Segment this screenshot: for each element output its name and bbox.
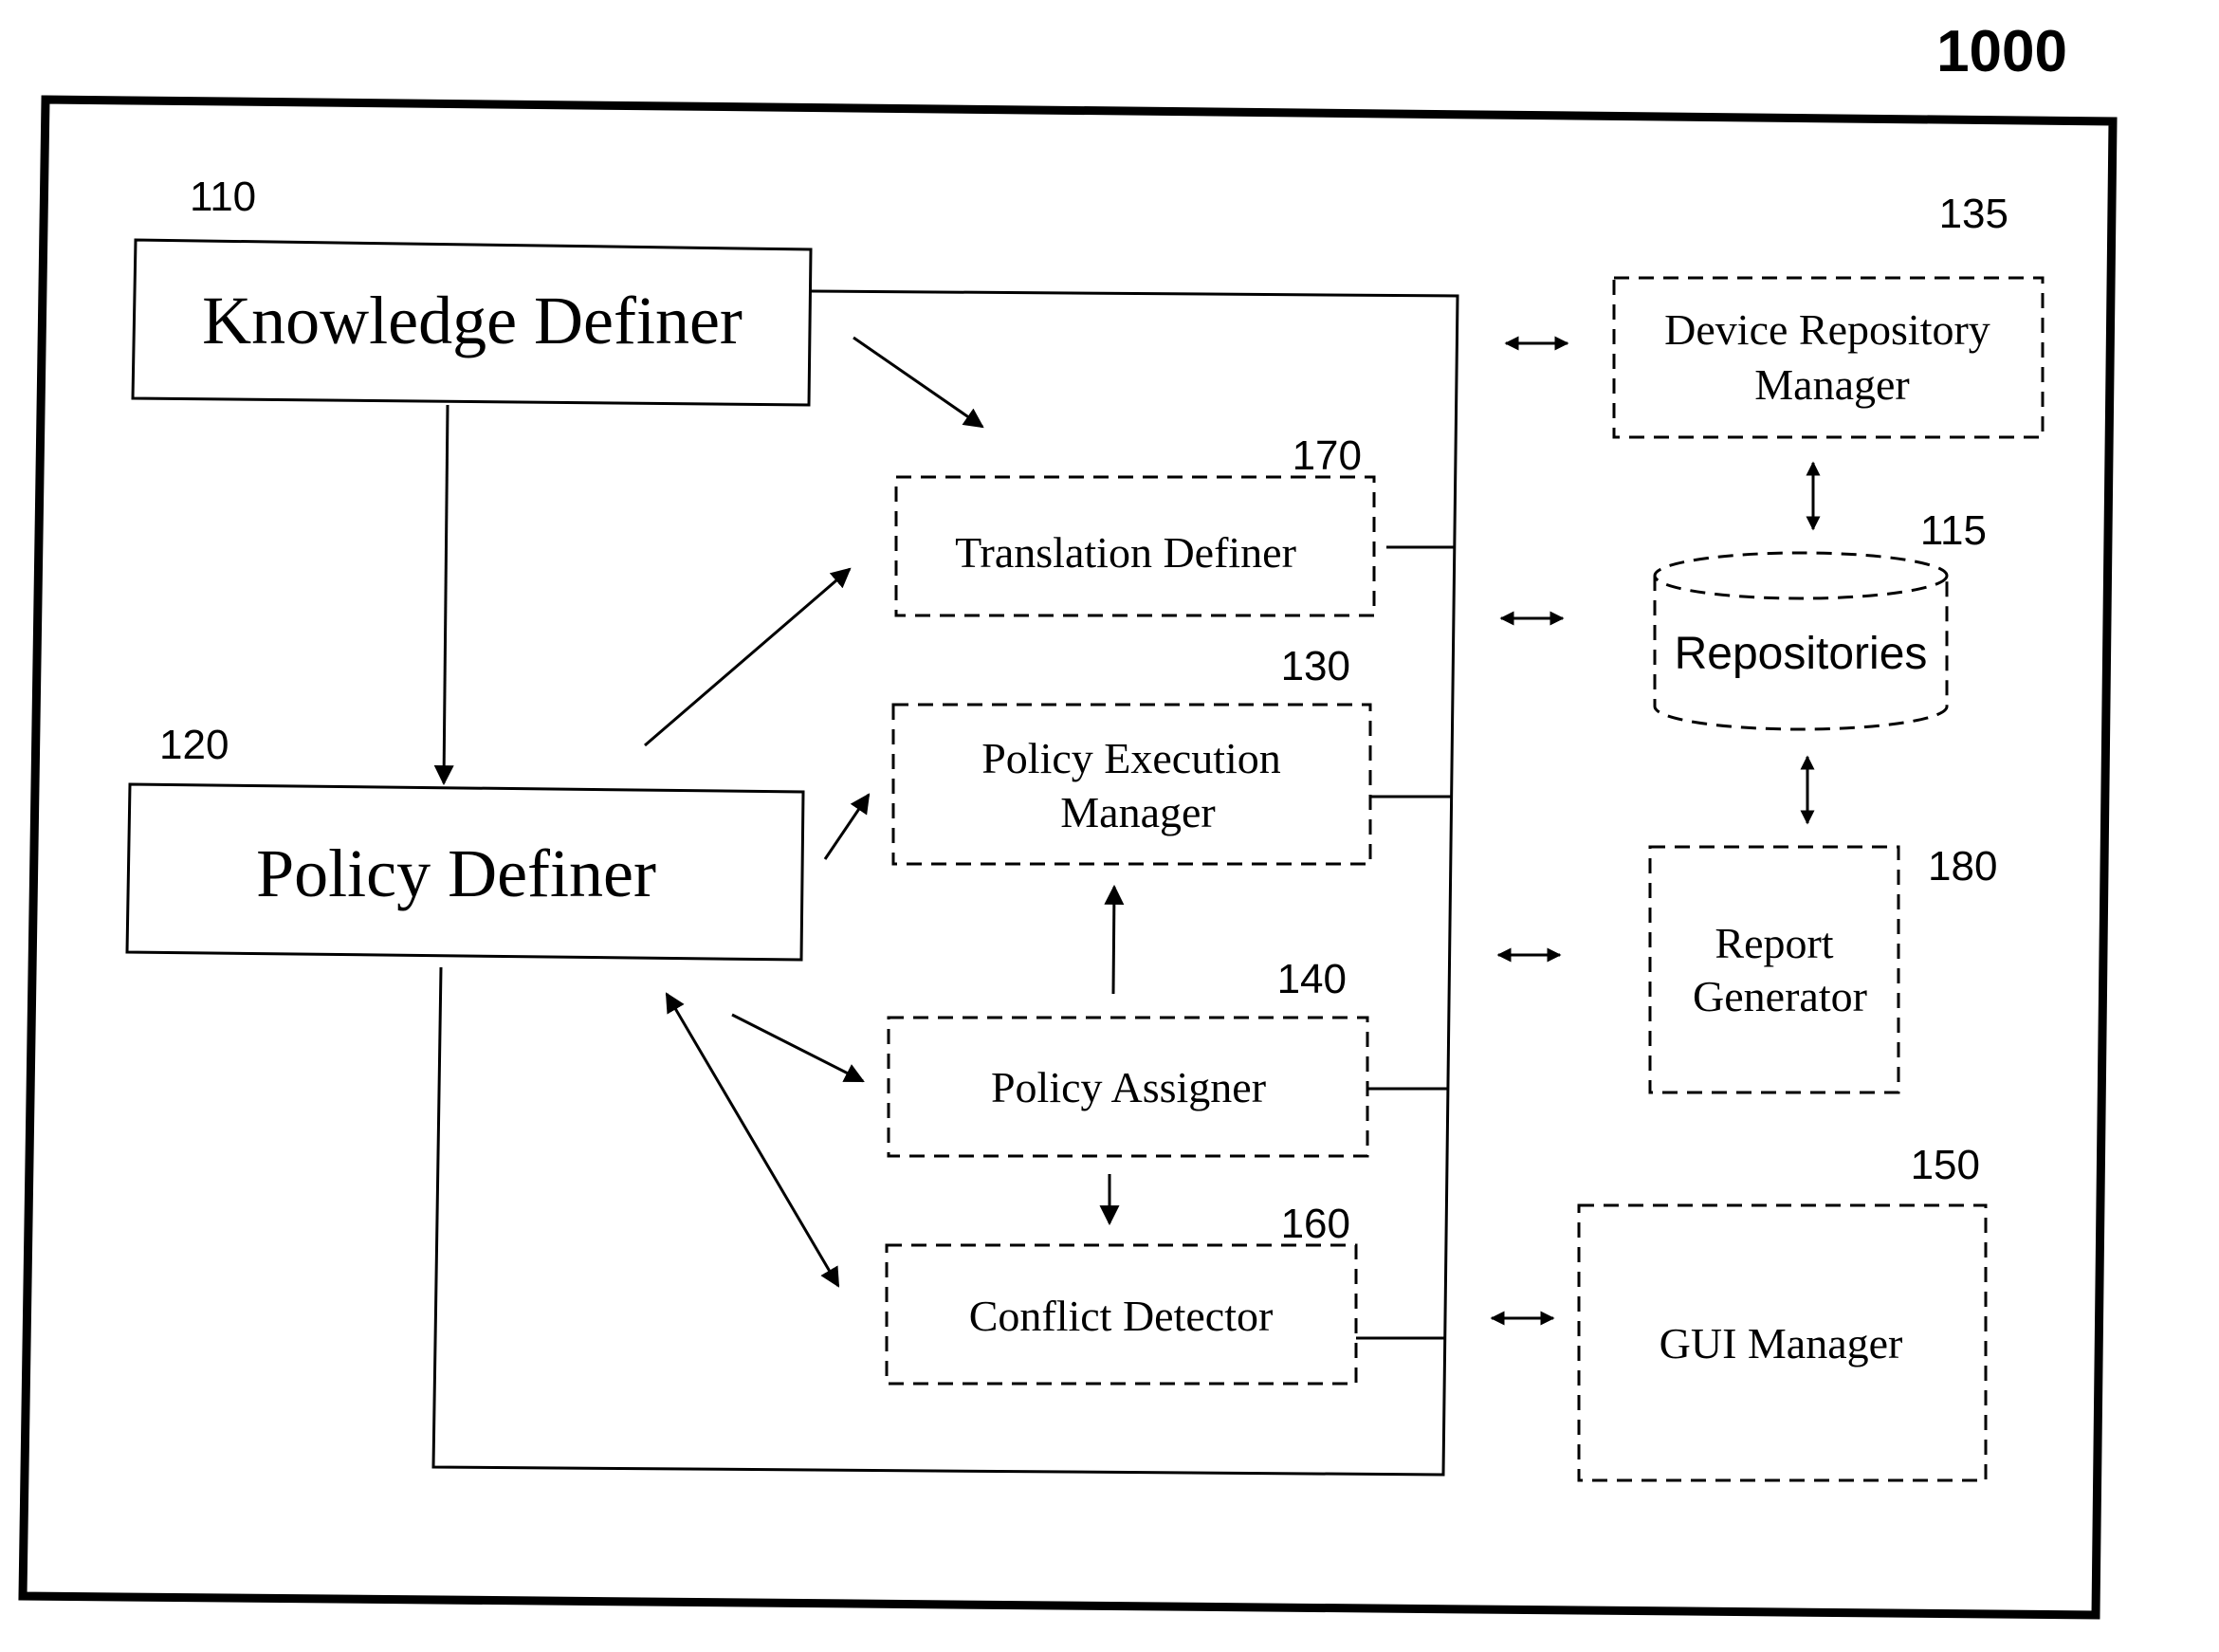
knowledge-definer: 110 Knowledge Definer xyxy=(131,174,813,407)
policy-definer-ref: 120 xyxy=(159,722,229,768)
report-generator-label-line2: Generator xyxy=(1693,972,1867,1020)
knowledge-definer-label: Knowledge Definer xyxy=(202,283,743,358)
device-repository-manager-ref: 135 xyxy=(1939,191,2008,237)
device-repository-manager-box xyxy=(1612,276,2045,439)
conflict-detector-label: Conflict Detector xyxy=(969,1292,1274,1340)
translation-definer-ref: 170 xyxy=(1293,432,1362,479)
gui-manager-label: GUI Manager xyxy=(1660,1319,1903,1367)
knowledge-definer-ref: 110 xyxy=(190,174,256,220)
policy-assigner: 140 Policy Assigner xyxy=(887,956,1369,1158)
arrow-policy-definer-to-translation xyxy=(644,567,852,747)
policy-execution-manager-ref: 130 xyxy=(1281,643,1350,689)
report-generator: 180 Report Generator xyxy=(1648,843,1997,1094)
device-repository-manager-label-line1: Device Repository xyxy=(1664,305,1990,354)
report-generator-ref: 180 xyxy=(1928,843,1997,890)
policy-assigner-label: Policy Assigner xyxy=(991,1063,1266,1111)
translation-definer: 170 Translation Definer xyxy=(894,432,1376,617)
policy-execution-manager-box xyxy=(891,703,1372,866)
conflict-detector-ref: 160 xyxy=(1281,1201,1350,1247)
conflict-detector: 160 Conflict Detector xyxy=(885,1201,1358,1386)
policy-definer-label: Policy Definer xyxy=(256,835,656,911)
report-generator-label-line1: Report xyxy=(1715,919,1833,967)
arrow-policy-definer-to-execution-manager xyxy=(823,793,871,860)
policy-execution-manager: 130 Policy Execution Manager xyxy=(891,643,1372,866)
device-repository-manager: 135 Device Repository Manager xyxy=(1612,191,2045,439)
repositories-ref: 115 xyxy=(1920,507,1987,554)
policy-execution-manager-label-line2: Manager xyxy=(1060,788,1215,836)
gui-manager-ref: 150 xyxy=(1911,1142,1980,1188)
report-generator-box xyxy=(1648,845,1900,1094)
repositories-label: Repositories xyxy=(1675,629,1928,679)
policy-execution-manager-label-line1: Policy Execution xyxy=(981,734,1281,782)
translation-definer-label: Translation Definer xyxy=(955,528,1296,577)
arrow-assigner-to-execution-manager xyxy=(1104,884,1125,995)
repositories: 115 Repositories xyxy=(1653,507,1987,731)
repositories-cylinder-top xyxy=(1653,551,1949,600)
arrow-policy-definer-conflict-detector xyxy=(665,992,840,1288)
arrow-policy-definer-to-assigner xyxy=(731,1013,865,1083)
arrow-knowledge-to-policy-definer xyxy=(433,404,454,786)
device-repository-manager-label-line2: Manager xyxy=(1754,360,1909,409)
gui-manager: 150 GUI Manager xyxy=(1577,1142,1988,1482)
figure-number: 1000 xyxy=(1936,19,2067,84)
policy-assigner-ref: 140 xyxy=(1277,956,1347,1002)
system-diagram: 1000 110 Knowledge Definer 120 Policy De… xyxy=(18,19,2118,1620)
arrow-knowledge-to-translation xyxy=(853,336,984,429)
policy-definer: 120 Policy Definer xyxy=(125,722,805,962)
